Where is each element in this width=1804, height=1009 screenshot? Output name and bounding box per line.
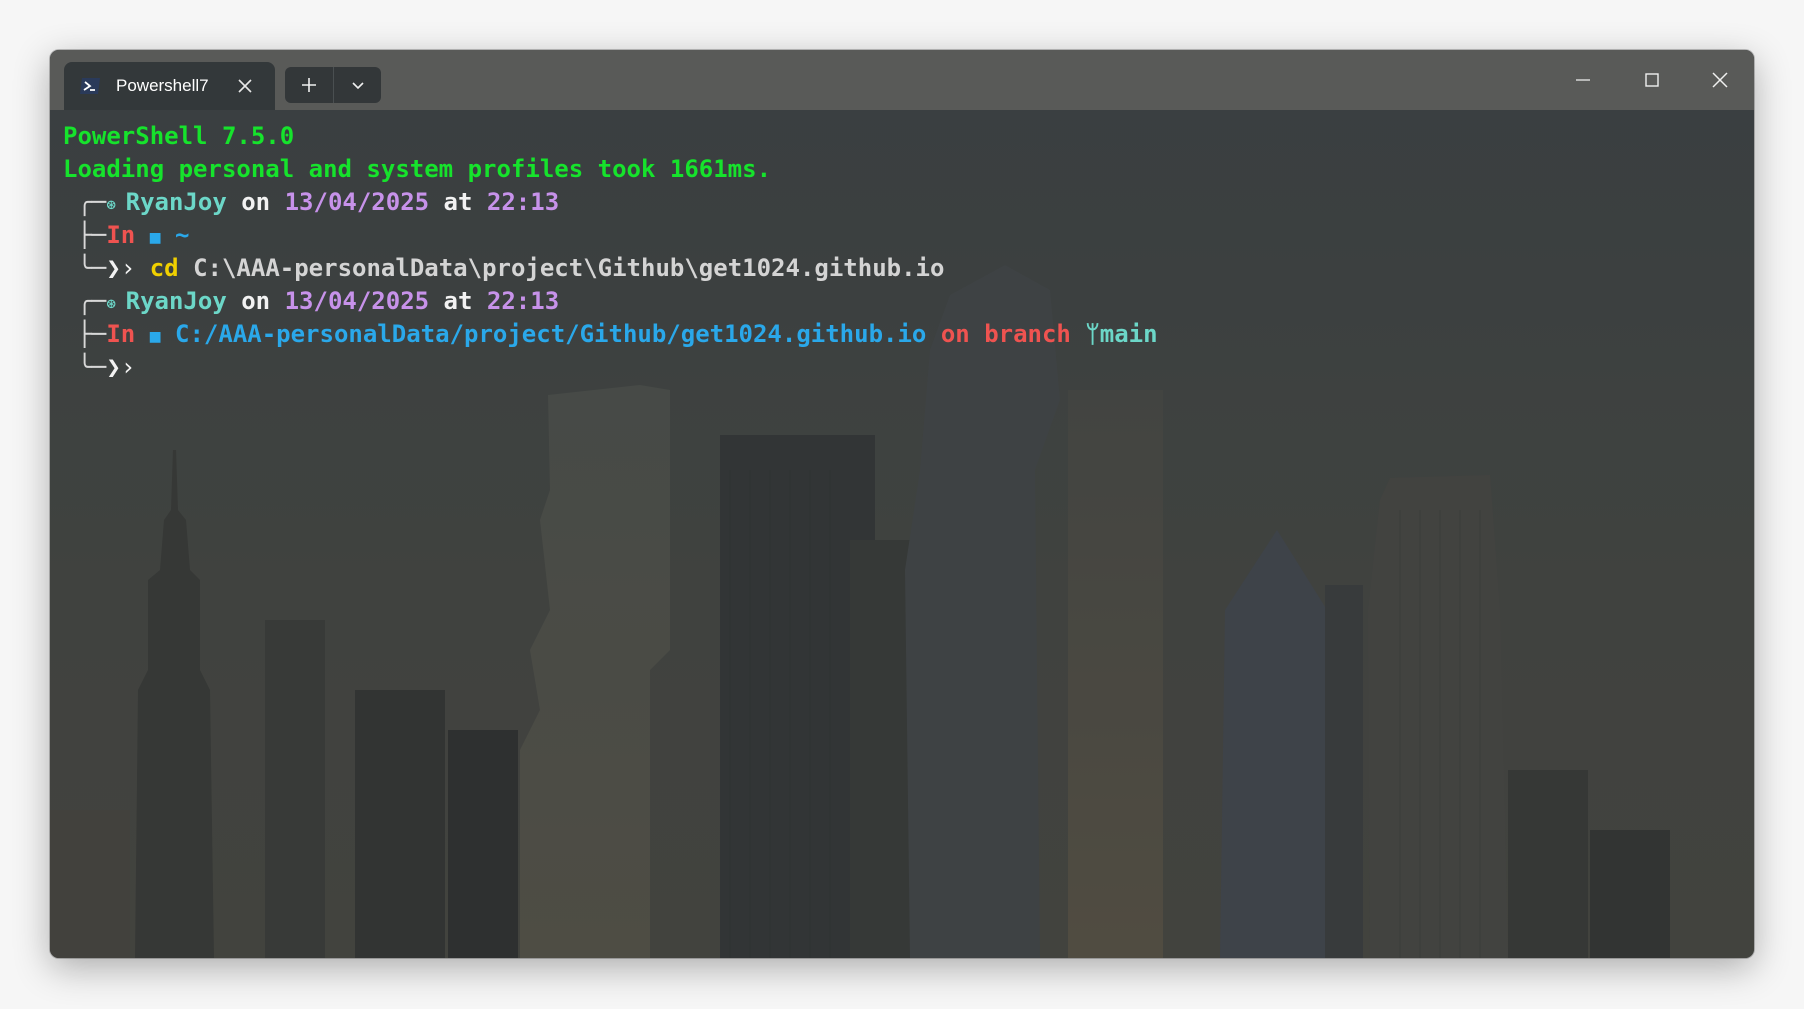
prompt-at: at xyxy=(443,287,473,315)
command-args: C:\AAA-personalData\project\Github\get10… xyxy=(193,254,945,282)
chevron-down-icon xyxy=(351,82,364,90)
prompt-user: RyanJoy xyxy=(125,287,227,315)
close-tab-button[interactable] xyxy=(232,73,258,99)
terminal-output[interactable]: PowerShell 7.5.0 Loading personal and sy… xyxy=(50,110,1754,958)
title-bar: Powershell7 xyxy=(50,50,1754,110)
prompt2-header: ╭─⊛ RyanJoy on 13/04/2025 at 22:13 xyxy=(63,285,559,318)
powershell-icon xyxy=(80,78,100,94)
prompt-in: In xyxy=(106,320,136,348)
prompt-on: on xyxy=(241,287,271,315)
prompt-path: C:/AAA-personalData/project/Github/get10… xyxy=(175,320,927,348)
prompt-user: RyanJoy xyxy=(125,188,227,216)
banner-profiles: Loading personal and system profiles too… xyxy=(63,155,772,183)
prompt-date: 13/04/2025 xyxy=(284,188,430,216)
prompt2-command: ╰─❯› xyxy=(63,351,135,384)
prompt1-header: ╭─⊛ RyanJoy on 13/04/2025 at 22:13 xyxy=(63,186,559,219)
prompt-arrow-icon: ❯ xyxy=(106,254,121,282)
maximize-button[interactable] xyxy=(1617,50,1686,110)
branch-label: branch xyxy=(984,320,1071,348)
box-branch: ├─ xyxy=(63,320,107,348)
tab-powershell7[interactable]: Powershell7 xyxy=(64,62,275,110)
folder-icon: ■ xyxy=(149,227,161,248)
close-icon xyxy=(1711,72,1728,88)
box-corner-top: ╭─ xyxy=(63,287,107,315)
prompt-on: on xyxy=(241,188,271,216)
new-tab-group xyxy=(285,67,381,103)
plus-icon xyxy=(302,78,316,92)
box-corner-bottom: ╰─ xyxy=(63,254,107,282)
banner-version: PowerShell 7.5.0 xyxy=(63,122,295,150)
user-icon: ⊛ xyxy=(106,195,126,214)
prompt-at: at xyxy=(443,188,473,216)
prompt-arrow-icon: ❯ xyxy=(106,353,121,381)
tab-label: Powershell7 xyxy=(116,76,209,95)
terminal-window: Powershell7 PowerShell 7.5.0 Loading per… xyxy=(50,50,1754,958)
prompt-arrow-icon: › xyxy=(120,254,150,282)
prompt-arrow-icon: › xyxy=(120,353,136,381)
prompt1-command: ╰─❯› cd C:\AAA-personalData\project\Gith… xyxy=(63,252,944,285)
close-window-button[interactable] xyxy=(1685,50,1754,110)
box-branch: ├─ xyxy=(63,221,107,249)
prompt-time: 22:13 xyxy=(486,287,560,315)
box-corner-top: ╭─ xyxy=(63,188,107,216)
prompt1-location: ├─In ■ ~ xyxy=(63,219,189,252)
profiles-dropdown-button[interactable] xyxy=(334,67,381,103)
prompt-in: In xyxy=(106,221,136,249)
user-icon: ⊛ xyxy=(106,294,126,313)
folder-icon: ■ xyxy=(149,326,161,347)
close-icon xyxy=(238,79,252,93)
prompt-time: 22:13 xyxy=(486,188,560,216)
prompt-date: 13/04/2025 xyxy=(284,287,430,315)
branch-on: on xyxy=(940,320,970,348)
prompt2-location: ├─In ■ C:/AAA-personalData/project/Githu… xyxy=(63,318,1158,351)
box-corner-bottom: ╰─ xyxy=(63,353,107,381)
command-name: cd xyxy=(149,254,179,282)
prompt-path: ~ xyxy=(175,221,190,249)
minimize-button[interactable] xyxy=(1548,50,1617,110)
git-branch-icon: ᛘ xyxy=(1085,320,1100,348)
new-tab-button[interactable] xyxy=(285,67,333,103)
branch-name: main xyxy=(1099,320,1158,348)
minimize-icon xyxy=(1575,79,1590,81)
maximize-icon xyxy=(1644,73,1659,87)
